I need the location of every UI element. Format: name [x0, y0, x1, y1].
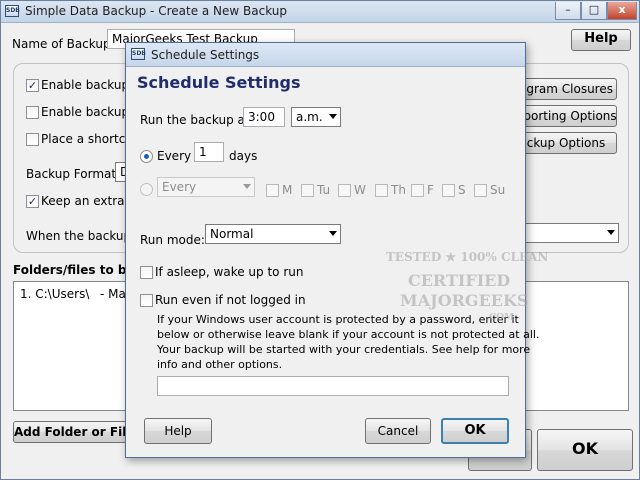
watermark-line4: .COM	[486, 313, 515, 323]
weekday-label: W	[354, 183, 366, 197]
enable-backup-when-checkbox[interactable]	[26, 106, 39, 119]
weekday-checkbox[interactable]	[338, 184, 351, 197]
chevron-down-icon	[329, 114, 337, 119]
run-mode-label: Run mode:	[140, 233, 205, 247]
weekday-label: S	[458, 183, 466, 197]
run-at-label: Run the backup at:	[140, 113, 254, 127]
dialog-app-icon: SDB	[131, 48, 146, 60]
weekly-select-value: Every	[162, 180, 197, 194]
dialog-window-title: Schedule Settings	[151, 48, 260, 62]
weekday-label: Su	[490, 183, 506, 197]
minimize-button[interactable]: –	[555, 2, 581, 20]
info-text-line2: below or otherwise leave blank if your a…	[157, 328, 540, 341]
every-label: Every	[157, 149, 192, 163]
weekday-checkbox[interactable]	[442, 184, 455, 197]
weekday-label: F	[427, 183, 434, 197]
program-closures-button[interactable]: ogram Closures	[515, 78, 617, 100]
time-input[interactable]: 3:00	[243, 107, 285, 127]
info-text-line3: Your backup will be started with your cr…	[157, 343, 531, 356]
ampm-select[interactable]: a.m.	[291, 107, 341, 127]
weekday-label: M	[282, 183, 293, 197]
password-input[interactable]	[157, 376, 509, 396]
chevron-down-icon	[329, 231, 337, 236]
run-mode-select[interactable]: Normal	[205, 224, 341, 244]
weekly-radio[interactable]	[140, 183, 153, 196]
reporting-options-button[interactable]: eporting Options	[515, 105, 617, 127]
dialog-help-button[interactable]: Help	[144, 418, 212, 444]
dialog-heading: Schedule Settings	[137, 73, 301, 92]
run-not-logged-in-checkbox[interactable]	[140, 294, 153, 307]
weekday-label: Tu	[317, 183, 331, 197]
if-asleep-checkbox[interactable]	[140, 266, 153, 279]
close-button[interactable]: x	[607, 2, 637, 20]
info-text-line4: info and other options.	[157, 358, 283, 371]
add-folder-button[interactable]: Add Folder or File	[13, 421, 127, 443]
dialog-cancel-button[interactable]: Cancel	[365, 418, 431, 444]
dialog-ok-button[interactable]: OK	[441, 418, 509, 444]
main-ok-button[interactable]: OK	[537, 429, 633, 471]
every-days-radio[interactable]	[140, 150, 153, 163]
app-icon: SDB	[5, 5, 20, 17]
place-shortcut-checkbox[interactable]	[26, 133, 39, 146]
weekday-checkbox[interactable]	[301, 184, 314, 197]
dialog-titlebar[interactable]: SDB Schedule Settings	[126, 43, 525, 67]
weekly-select[interactable]: Every	[157, 177, 255, 197]
chevron-down-icon	[607, 230, 615, 235]
ampm-value: a.m.	[296, 110, 323, 124]
chevron-down-icon	[243, 184, 251, 189]
weekday-checkbox[interactable]	[266, 184, 279, 197]
if-asleep-label: If asleep, wake up to run	[155, 265, 304, 279]
main-titlebar[interactable]: SDB Simple Data Backup - Create a New Ba…	[1, 1, 639, 23]
weekday-checkbox[interactable]	[375, 184, 388, 197]
folder-item-path[interactable]: 1. C:\Users\	[20, 287, 89, 301]
maximize-button[interactable]: □	[581, 2, 607, 20]
keep-extra-backup-checkbox[interactable]: ✓	[26, 195, 39, 208]
run-not-logged-in-label: Run even if not logged in	[155, 293, 306, 307]
weekday-checkbox[interactable]	[474, 184, 487, 197]
every-days-input[interactable]: 1	[194, 142, 224, 162]
watermark-line3: MAJORGEEKS	[400, 291, 529, 310]
days-label: days	[229, 149, 258, 163]
run-mode-value: Normal	[210, 227, 254, 241]
backup-options-button[interactable]: ckup Options	[515, 132, 617, 154]
weekday-label: Th	[391, 183, 406, 197]
enable-backup-on-checkbox[interactable]: ✓	[26, 79, 39, 92]
backup-name-label: Name of Backup:	[12, 37, 115, 51]
backup-format-label: Backup Format:	[26, 167, 121, 181]
info-text-line1: If your Windows user account is protecte…	[157, 313, 519, 326]
help-button[interactable]: Help	[571, 29, 631, 51]
weekday-checkbox[interactable]	[411, 184, 424, 197]
watermark-line2: CERTIFIED	[408, 271, 511, 290]
main-window-title: Simple Data Backup - Create a New Backup	[25, 4, 288, 18]
watermark-line1: TESTED ★ 100% CLEAN	[386, 250, 549, 264]
